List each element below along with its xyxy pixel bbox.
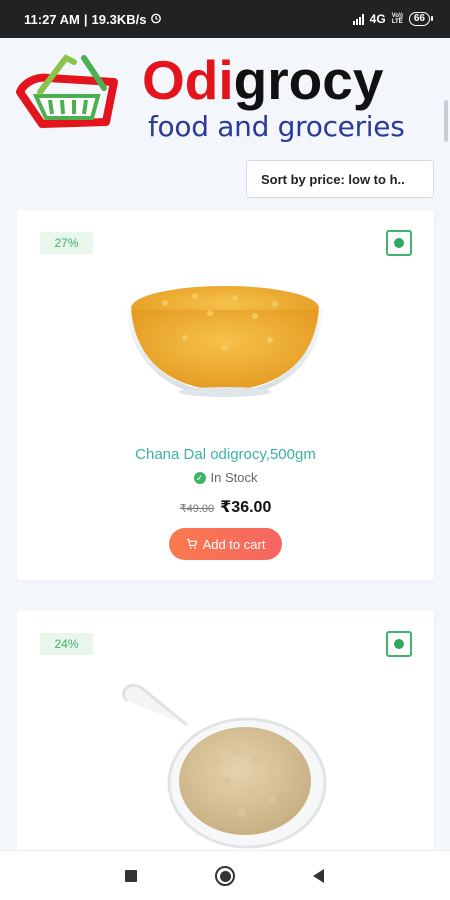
status-bar: 11:27 AM | 19.3KB/s 4G Vo)) LTE 66: [0, 0, 450, 38]
price-row: ₹49.00 ₹36.00: [17, 497, 434, 517]
volte-icon: Vo)) LTE: [392, 13, 403, 25]
volte-line2: LTE: [391, 19, 403, 25]
recent-apps-button[interactable]: [106, 851, 156, 900]
product-card[interactable]: 27% Chana Dal odigrocy,500gm ✓ In Stock …: [17, 210, 434, 580]
back-icon: [312, 869, 324, 883]
product-image-white-beans[interactable]: [117, 681, 327, 850]
home-button[interactable]: [200, 851, 250, 900]
alarm-icon: [150, 12, 162, 27]
veg-icon: [386, 230, 412, 256]
veg-icon: [386, 631, 412, 657]
add-to-cart-button[interactable]: Add to cart: [169, 528, 282, 560]
status-left: 11:27 AM | 19.3KB/s: [24, 12, 162, 27]
cart-icon: [186, 538, 197, 549]
site-header: Odigrocy food and groceries: [0, 38, 450, 148]
back-button[interactable]: [293, 851, 343, 900]
stock-label: In Stock: [210, 470, 258, 485]
brand-name-black: grocy: [233, 49, 384, 111]
basket-logo-icon[interactable]: [14, 52, 122, 134]
status-divider: |: [83, 11, 88, 27]
discount-badge: 24%: [40, 633, 93, 655]
home-icon: [215, 866, 235, 886]
battery-icon: 66: [408, 12, 434, 26]
battery-level: 66: [413, 13, 425, 24]
brand-name[interactable]: Odigrocy: [142, 50, 383, 110]
network-type: 4G: [369, 12, 386, 26]
product-name[interactable]: Chana Dal odigrocy,500gm: [17, 446, 434, 463]
system-nav-bar: [0, 850, 450, 900]
status-time: 11:27 AM: [24, 11, 80, 27]
product-image-chana-dal[interactable]: [125, 268, 325, 398]
check-circle-icon: ✓: [193, 471, 206, 484]
sort-dropdown[interactable]: Sort by price: low to h..: [246, 160, 434, 198]
discount-badge: 27%: [40, 232, 93, 254]
recent-apps-icon: [125, 870, 137, 882]
product-card[interactable]: 24%: [17, 611, 434, 850]
page-content[interactable]: Odigrocy food and groceries Sort by pric…: [0, 38, 450, 850]
old-price: ₹49.00: [179, 503, 215, 515]
stock-status: ✓ In Stock: [17, 470, 434, 485]
brand-tagline: food and groceries: [148, 110, 405, 143]
signal-icon: [352, 13, 364, 25]
add-to-cart-label: Add to cart: [202, 536, 266, 552]
status-right: 4G Vo)) LTE 66: [352, 12, 434, 26]
new-price: ₹36.00: [220, 499, 272, 516]
status-speed: 19.3KB/s: [91, 11, 147, 27]
brand-name-red: Odi: [142, 49, 234, 111]
